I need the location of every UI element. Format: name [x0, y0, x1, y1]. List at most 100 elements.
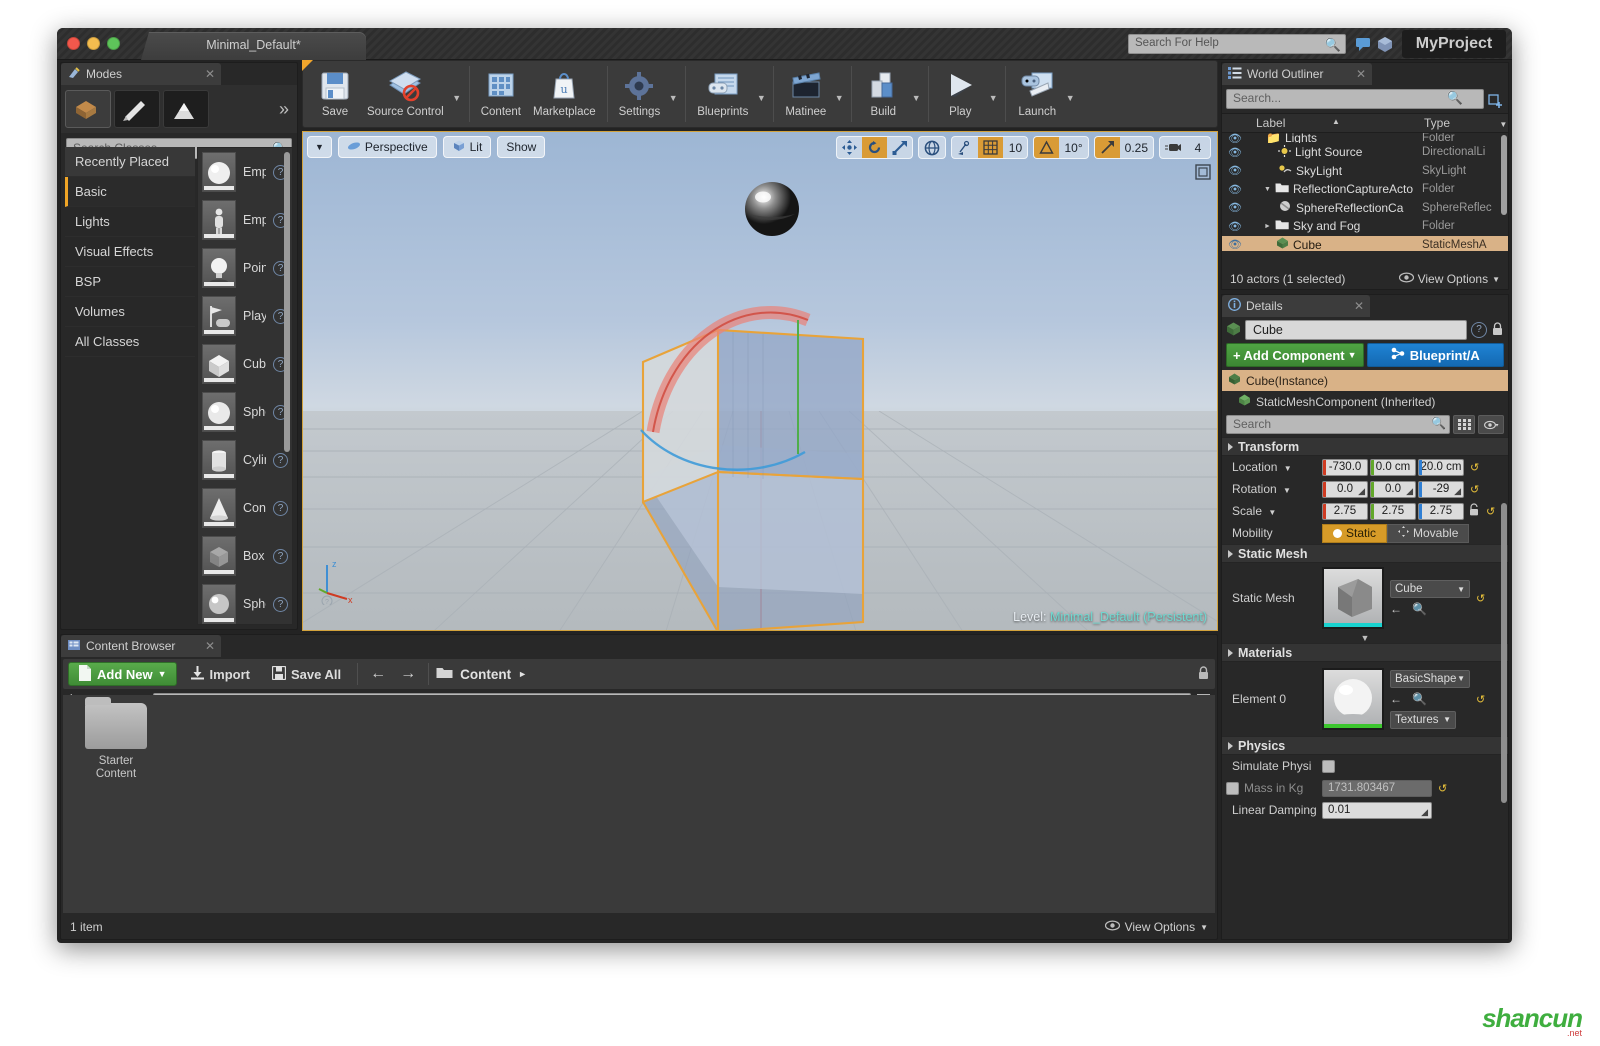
- translate-tool-button[interactable]: [837, 137, 862, 158]
- chevron-right-icon[interactable]: ►: [518, 669, 527, 679]
- visibility-eye-icon[interactable]: 👁: [1222, 238, 1248, 251]
- blueprints-button[interactable]: Blueprints: [691, 63, 754, 120]
- source-control-dropdown-arrow[interactable]: ▼: [450, 93, 464, 103]
- lock-details-icon[interactable]: [1491, 322, 1504, 339]
- list-item[interactable]: Box Trigger ?: [198, 532, 292, 580]
- visibility-eye-icon[interactable]: 👁: [1222, 146, 1248, 159]
- category-basic[interactable]: Basic: [65, 177, 195, 207]
- table-row[interactable]: 👁 Light Source DirectionalLi: [1222, 143, 1508, 162]
- list-item[interactable]: Cylinder ?: [198, 436, 292, 484]
- drag-handle-icon[interactable]: ◢: [1406, 486, 1413, 497]
- location-y-input[interactable]: 0.0 cm: [1370, 459, 1416, 476]
- visibility-eye-icon[interactable]: 👁: [1222, 164, 1248, 177]
- list-item[interactable]: Starter Content: [73, 703, 159, 781]
- component-row-staticmesh[interactable]: StaticMeshComponent (Inherited): [1222, 391, 1508, 412]
- use-selected-asset-icon[interactable]: ←: [1390, 602, 1402, 616]
- section-header-static-mesh[interactable]: Static Mesh: [1222, 544, 1508, 563]
- matinee-button[interactable]: Matinee: [779, 63, 832, 120]
- surface-snap-button[interactable]: [952, 137, 978, 158]
- play-dropdown-arrow[interactable]: ▼: [986, 93, 1000, 103]
- maximize-window-button[interactable]: [107, 37, 120, 50]
- paint-mode-button[interactable]: [114, 90, 160, 128]
- reset-material-icon[interactable]: ↺: [1476, 693, 1485, 706]
- viewport-options-menu[interactable]: ▼: [307, 136, 332, 158]
- scale-z-input[interactable]: 2.75: [1418, 503, 1464, 520]
- import-button[interactable]: Import: [181, 662, 259, 686]
- place-mode-button[interactable]: [65, 90, 111, 128]
- expand-static-mesh-details[interactable]: ▼: [1222, 633, 1508, 643]
- level-tab[interactable]: Minimal_Default*: [141, 32, 366, 60]
- help-search-input[interactable]: Search For Help 🔍: [1128, 34, 1346, 54]
- table-row[interactable]: 👁 ► Sky and Fog Folder: [1222, 217, 1508, 236]
- help-icon[interactable]: ?: [273, 453, 288, 468]
- add-new-button[interactable]: Add New ▼: [68, 662, 177, 686]
- reset-scale-icon[interactable]: ↺: [1486, 505, 1495, 518]
- maximize-viewport-button[interactable]: [1195, 164, 1211, 183]
- lock-scale-ratio-icon[interactable]: [1468, 503, 1480, 519]
- chevron-down-icon[interactable]: ▼: [1268, 508, 1276, 517]
- table-row[interactable]: 👁 ▼ ReflectionCaptureActo Folder: [1222, 180, 1508, 199]
- reset-location-icon[interactable]: ↺: [1470, 461, 1479, 474]
- matinee-dropdown-arrow[interactable]: ▼: [832, 93, 846, 103]
- list-item[interactable]: Sphere Trigger ?: [198, 580, 292, 625]
- drag-handle-icon[interactable]: ◢: [1358, 486, 1365, 497]
- reset-rotation-icon[interactable]: ↺: [1470, 483, 1479, 496]
- textures-button[interactable]: Textures ▼: [1390, 711, 1456, 729]
- landscape-mode-button[interactable]: [163, 90, 209, 128]
- minimize-window-button[interactable]: [87, 37, 100, 50]
- scale-snap-toggle[interactable]: [1095, 137, 1120, 158]
- launch-button[interactable]: Launch: [1011, 63, 1063, 120]
- rotation-x-input[interactable]: 0.0◢: [1322, 481, 1368, 498]
- mobility-movable-button[interactable]: Movable: [1387, 524, 1469, 543]
- angle-snap-value[interactable]: 10°: [1059, 137, 1087, 158]
- blueprints-dropdown-arrow[interactable]: ▼: [754, 93, 768, 103]
- table-row[interactable]: 👁 SkyLight SkyLight: [1222, 162, 1508, 181]
- rotate-tool-button[interactable]: [862, 137, 887, 158]
- camera-speed-icon[interactable]: [1160, 137, 1186, 158]
- scale-y-input[interactable]: 2.75: [1370, 503, 1416, 520]
- column-header-label[interactable]: Label ▲: [1250, 116, 1424, 130]
- location-z-input[interactable]: 20.0 cm: [1418, 459, 1464, 476]
- content-browser-asset-view[interactable]: Starter Content: [63, 695, 1215, 913]
- close-window-button[interactable]: [67, 37, 80, 50]
- marketplace-button[interactable]: u Marketplace: [527, 63, 602, 120]
- details-view-options-button[interactable]: [1478, 415, 1504, 434]
- selected-cube-actor[interactable]: [623, 302, 923, 631]
- category-volumes[interactable]: Volumes: [65, 297, 195, 327]
- browse-to-asset-icon[interactable]: 🔍: [1412, 602, 1427, 616]
- breadcrumb[interactable]: Content ►: [436, 666, 527, 682]
- source-control-button[interactable]: Source Control: [361, 63, 450, 120]
- play-button[interactable]: Play: [934, 63, 986, 120]
- outliner-view-options-button[interactable]: View Options ▼: [1399, 272, 1500, 286]
- world-outliner-tab[interactable]: World Outliner ✕: [1222, 63, 1372, 85]
- show-menu-button[interactable]: Show: [497, 136, 545, 158]
- scale-snap-value[interactable]: 0.25: [1120, 137, 1153, 158]
- list-item[interactable]: Point Light ?: [198, 244, 292, 292]
- use-selected-asset-icon[interactable]: ←: [1390, 692, 1402, 706]
- list-item[interactable]: Empty Character ?: [198, 196, 292, 244]
- category-all-classes[interactable]: All Classes: [65, 327, 195, 357]
- feedback-icon[interactable]: [1354, 35, 1372, 53]
- help-icon[interactable]: ?: [273, 501, 288, 516]
- drag-handle-icon[interactable]: ◢: [1454, 486, 1461, 497]
- actor-name-input[interactable]: Cube: [1245, 320, 1467, 340]
- angle-snap-toggle[interactable]: [1034, 137, 1059, 158]
- static-mesh-asset-combo[interactable]: Cube ▼: [1390, 580, 1470, 598]
- outliner-search-input[interactable]: Search... 🔍: [1226, 89, 1484, 109]
- visibility-eye-icon[interactable]: 👁: [1222, 201, 1248, 214]
- view-mode-button[interactable]: Lit: [443, 136, 492, 158]
- build-button[interactable]: Build: [857, 63, 909, 120]
- content-browser-tab[interactable]: Content Browser ✕: [61, 635, 221, 657]
- level-viewport[interactable]: ▼ Perspective Lit Show: [302, 131, 1218, 631]
- close-icon[interactable]: ✕: [205, 67, 215, 81]
- close-icon[interactable]: ✕: [1356, 67, 1366, 81]
- chevron-down-icon[interactable]: ▼: [1284, 464, 1292, 473]
- section-header-materials[interactable]: Materials: [1222, 643, 1508, 662]
- scale-tool-button[interactable]: [887, 137, 912, 158]
- view-options-button[interactable]: View Options ▼: [1105, 920, 1208, 934]
- table-row[interactable]: 👁 SphereReflectionCa SphereReflec: [1222, 199, 1508, 218]
- modes-tab[interactable]: Modes ✕: [61, 63, 221, 85]
- display-options-button[interactable]: [1453, 415, 1475, 434]
- material-thumbnail[interactable]: [1322, 668, 1384, 730]
- list-item[interactable]: Empty Actor ?: [198, 148, 292, 196]
